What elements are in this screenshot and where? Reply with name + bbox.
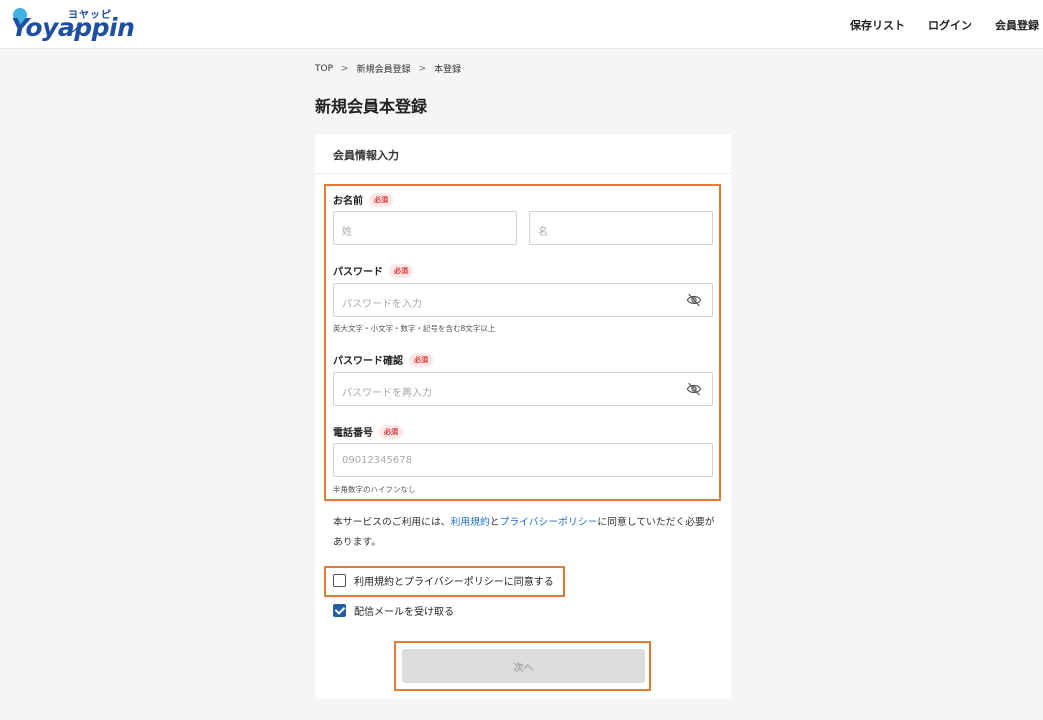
phone-placeholder: 09012345678 — [342, 455, 412, 466]
chevron-right-icon: > — [341, 63, 349, 74]
terms-notice: 本サービスのご利用には、利用規約とプライバシーポリシーに同意していただく必要があ… — [333, 513, 718, 553]
password-confirm-label: パスワード確認 必須 — [333, 352, 433, 367]
required-badge: 必須 — [369, 192, 393, 207]
logo[interactable]: ヨヤッピン Yoyappin — [10, 5, 135, 44]
password-confirm-input[interactable]: パスワードを再入力 — [333, 372, 713, 406]
header-nav: 保存リスト ログイン 会員登録 — [850, 17, 1039, 33]
password-input[interactable]: パスワードを入力 — [333, 283, 713, 317]
name-label: お名前 必須 — [333, 192, 393, 207]
page-title: 新規会員本登録 — [315, 97, 428, 116]
notice-prefix: 本サービスのご利用には、 — [333, 517, 451, 528]
breadcrumb-current: 本登録 — [434, 65, 462, 75]
terms-link[interactable]: 利用規約 — [451, 517, 490, 528]
receive-mail-checkbox[interactable] — [333, 604, 346, 617]
privacy-link[interactable]: プライバシーポリシー — [500, 517, 598, 528]
agree-terms-checkbox[interactable] — [333, 574, 346, 587]
last-name-placeholder: 姓 — [342, 227, 352, 238]
breadcrumb: TOP > 新規会員登録 > 本登録 — [315, 62, 462, 76]
breadcrumb-top[interactable]: TOP — [315, 64, 333, 74]
phone-label: 電話番号 必須 — [333, 424, 403, 439]
eye-off-icon[interactable] — [686, 293, 702, 307]
logo-text: Yoyappin — [11, 13, 135, 42]
chevron-right-icon: > — [418, 63, 427, 74]
nav-register[interactable]: 会員登録 — [995, 17, 1039, 33]
required-badge: 必須 — [379, 424, 403, 439]
password-hint: 英大文字・小文字・数字・記号を含む8文字以上 — [333, 324, 496, 333]
password-label-text: パスワード — [333, 267, 383, 278]
notice-and: と — [489, 517, 500, 528]
eye-off-icon[interactable] — [686, 382, 702, 396]
site-header: ヨヤッピン Yoyappin 保存リスト ログイン 会員登録 — [0, 0, 1043, 49]
receive-mail-row[interactable]: 配信メールを受け取る — [333, 603, 454, 618]
phone-input[interactable]: 09012345678 — [333, 443, 713, 477]
last-name-input[interactable]: 姓 — [333, 211, 517, 245]
phone-hint: 半角数字のハイフンなし — [333, 485, 416, 494]
nav-saved-list[interactable]: 保存リスト — [850, 17, 905, 33]
first-name-input[interactable]: 名 — [529, 211, 713, 245]
breadcrumb-new-register[interactable]: 新規会員登録 — [357, 62, 411, 75]
agree-terms-row[interactable]: 利用規約とプライバシーポリシーに同意する — [333, 573, 554, 588]
required-badge: 必須 — [389, 263, 413, 278]
password-placeholder: パスワードを入力 — [342, 299, 422, 310]
next-button[interactable]: 次へ — [402, 649, 645, 683]
password-confirm-placeholder: パスワードを再入力 — [342, 388, 432, 399]
password-confirm-label-text: パスワード確認 — [333, 356, 403, 367]
receive-mail-label[interactable]: 配信メールを受け取る — [354, 603, 454, 618]
nav-login[interactable]: ログイン — [928, 17, 972, 33]
required-badge: 必須 — [409, 352, 433, 367]
card-title: 会員情報入力 — [315, 134, 731, 174]
phone-label-text: 電話番号 — [333, 428, 373, 439]
first-name-placeholder: 名 — [538, 227, 548, 238]
agree-terms-label[interactable]: 利用規約とプライバシーポリシーに同意する — [354, 573, 554, 588]
password-label: パスワード 必須 — [333, 263, 413, 278]
name-label-text: お名前 — [333, 196, 363, 207]
